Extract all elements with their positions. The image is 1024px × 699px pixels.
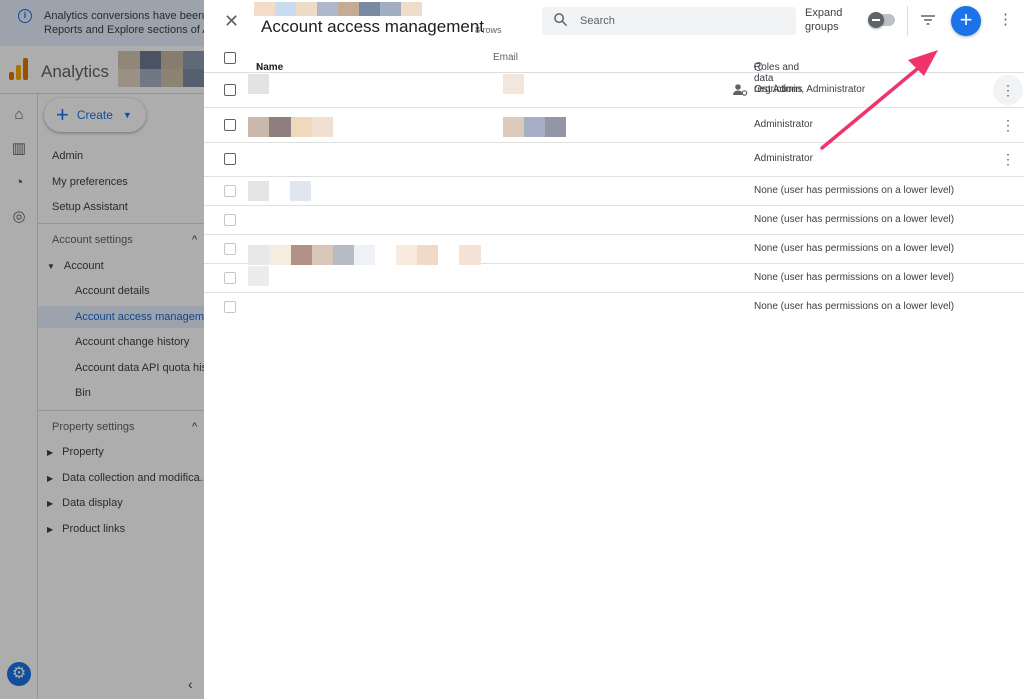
table-row[interactable]: Administrator ⋮: [204, 108, 1024, 143]
table-row[interactable]: Administrator ⋮: [204, 143, 1024, 177]
table-row[interactable]: None (user has permissions on a lower le…: [204, 264, 1024, 293]
table-row[interactable]: Org Admin, Administrator ⋮: [204, 73, 1024, 108]
row-checkbox[interactable]: [224, 243, 236, 255]
user-role: None (user has permissions on a lower le…: [754, 185, 955, 196]
user-name-redacted: [248, 245, 481, 265]
user-role: None (user has permissions on a lower le…: [754, 214, 955, 225]
row-more-icon[interactable]: ⋮: [1001, 152, 1015, 166]
row-checkbox[interactable]: [224, 119, 236, 131]
user-name-redacted: [248, 117, 333, 137]
user-role: Administrator: [754, 153, 813, 164]
modal-scrim[interactable]: [0, 0, 204, 699]
table-row[interactable]: None (user has permissions on a lower le…: [204, 293, 1024, 322]
user-email-redacted: [503, 117, 566, 137]
row-checkbox[interactable]: [224, 272, 236, 284]
table-header: Name ↑ Email Roles and data restrictions…: [204, 42, 1024, 95]
user-role: None (user has permissions on a lower le…: [754, 301, 955, 312]
add-user-button[interactable]: +: [951, 6, 981, 36]
expand-groups-line1: Expand: [805, 7, 843, 19]
help-icon[interactable]: ?: [754, 62, 763, 71]
row-checkbox[interactable]: [224, 185, 236, 197]
search-box[interactable]: [542, 7, 796, 35]
account-name-redacted: [254, 2, 422, 16]
user-role: None (user has permissions on a lower le…: [754, 243, 955, 254]
more-vert-icon[interactable]: ⋮: [998, 12, 1013, 28]
user-role: Administrator: [754, 119, 813, 130]
table-row[interactable]: None (user has permissions on a lower le…: [204, 235, 1024, 265]
user-group-icon: [733, 84, 748, 96]
user-role: Org Admin, Administrator: [754, 84, 866, 95]
user-name-redacted: [248, 266, 269, 286]
sort-arrow-icon: ↑: [256, 62, 261, 73]
row-checkbox[interactable]: [224, 153, 236, 165]
row-checkbox[interactable]: [224, 301, 236, 313]
select-all-checkbox[interactable]: [224, 52, 236, 64]
expand-groups-line2: groups: [805, 21, 839, 33]
filter-icon[interactable]: [920, 13, 936, 27]
table-row[interactable]: None (user has permissions on a lower le…: [204, 177, 1024, 206]
user-role: None (user has permissions on a lower le…: [754, 272, 955, 283]
row-more-icon[interactable]: ⋮: [993, 75, 1023, 105]
search-icon: [554, 13, 568, 27]
page-title: Account access management: [261, 17, 485, 36]
table-row[interactable]: None (user has permissions on a lower le…: [204, 206, 1024, 235]
search-input[interactable]: [580, 7, 780, 35]
row-checkbox[interactable]: [224, 214, 236, 226]
account-access-panel: ✕ Account access management 8 rows Expan…: [204, 0, 1024, 699]
column-header-email[interactable]: Email: [493, 52, 518, 63]
row-checkbox[interactable]: [224, 84, 236, 96]
close-icon[interactable]: ✕: [224, 11, 239, 32]
row-more-icon[interactable]: ⋮: [1001, 118, 1015, 132]
toggle-knob: [868, 12, 884, 28]
user-email-redacted: [503, 74, 524, 94]
divider: [907, 6, 908, 36]
row-count: 8 rows: [475, 25, 502, 35]
expand-groups-label: Expand groups: [805, 6, 842, 34]
user-name-redacted: [248, 181, 311, 201]
user-name-redacted: [248, 74, 269, 94]
expand-groups-toggle[interactable]: [868, 12, 895, 28]
